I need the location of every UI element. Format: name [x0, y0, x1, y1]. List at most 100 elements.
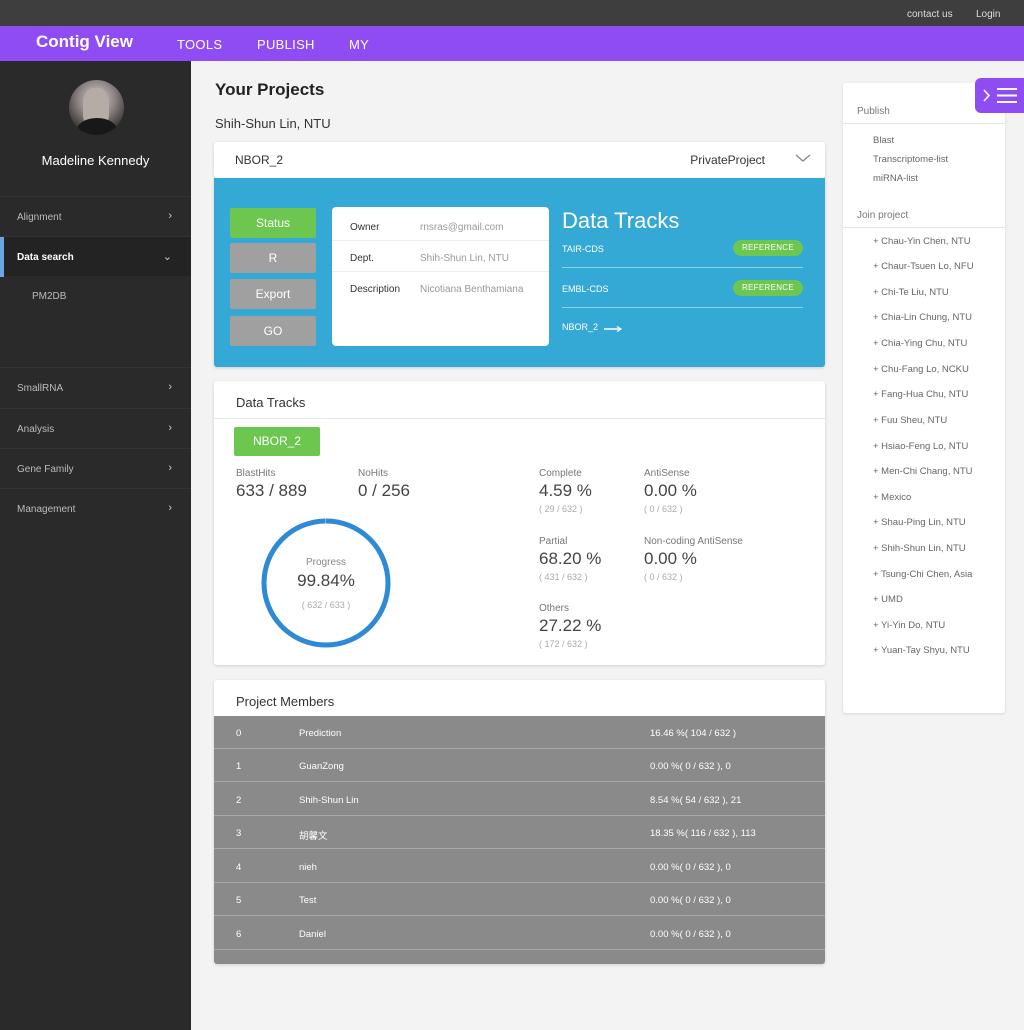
- arrow-right-icon[interactable]: [604, 326, 622, 332]
- join-item[interactable]: + Chi-Te Liu, NTU: [873, 287, 949, 298]
- project-info-box: Owner rnsras@gmail.com Dept. Shih-Shun L…: [332, 207, 549, 346]
- progress-label: Progress: [305, 557, 346, 568]
- info-row-dept: Dept. Shih-Shun Lin, NTU: [332, 241, 549, 272]
- card-title: Data Tracks: [236, 395, 306, 410]
- sidebar-item-alignment[interactable]: Alignment ›: [0, 196, 191, 236]
- contact-us-link[interactable]: contact us: [907, 9, 953, 20]
- table-row[interactable]: 0 Prediction 16.46 %( 104 / 632 ): [214, 716, 825, 749]
- info-key: Owner: [350, 222, 380, 233]
- right-panel: Publish Blast Transcriptome-list miRNA-l…: [843, 83, 1005, 713]
- row-index: 5: [236, 895, 242, 906]
- member-name: nieh: [299, 862, 317, 873]
- nav-tools[interactable]: TOOLS: [177, 37, 222, 52]
- chevron-down-icon: ⌄: [162, 251, 172, 263]
- avatar-body: [77, 118, 117, 135]
- table-row[interactable]: 5 Test 0.00 %( 0 / 632 ), 0: [214, 883, 825, 916]
- brand-logo[interactable]: Contig View: [36, 32, 133, 52]
- chevron-right-icon: ›: [168, 422, 172, 434]
- info-key: Dept.: [350, 253, 374, 264]
- nav-publish[interactable]: PUBLISH: [257, 37, 315, 52]
- card-title: Project Members: [236, 694, 335, 709]
- chevron-right-icon: ›: [168, 210, 172, 222]
- menu-toggle-button[interactable]: [975, 78, 1024, 113]
- join-item[interactable]: + Men-Chi Chang, NTU: [873, 466, 973, 477]
- r-button[interactable]: R: [230, 243, 316, 273]
- member-name: Prediction: [299, 728, 342, 739]
- table-row[interactable]: 6 Daniel 0.00 %( 0 / 632 ), 0: [214, 917, 825, 950]
- export-button[interactable]: Export: [230, 279, 316, 309]
- login-link[interactable]: Login: [976, 9, 1000, 20]
- data-tracks-card: Data Tracks NBOR_2 BlastHits 633 / 889 N…: [214, 381, 825, 665]
- join-item[interactable]: + Yi-Yin Do, NTU: [873, 620, 945, 631]
- antisense-stat: AntiSense 0.00 % ( 0 / 632 ): [644, 468, 697, 514]
- stat-value: 0.00 %: [644, 481, 697, 500]
- user-name: Madeline Kennedy: [41, 153, 150, 168]
- join-item[interactable]: + Chaur-Tsuen Lo, NFU: [873, 261, 974, 272]
- row-index: 0: [236, 728, 242, 739]
- join-item[interactable]: + Chau-Yin Chen, NTU: [873, 236, 971, 247]
- info-key: Description: [350, 284, 401, 295]
- member-name: GuanZong: [299, 761, 344, 772]
- info-row-owner: Owner rnsras@gmail.com: [332, 210, 549, 241]
- join-item[interactable]: + Mexico: [873, 492, 911, 503]
- join-project-header: Join project: [857, 210, 909, 221]
- join-item[interactable]: + UMD: [873, 594, 903, 605]
- divider: [843, 227, 1005, 228]
- nav-bar: Contig View TOOLS PUBLISH MY: [0, 26, 1024, 61]
- join-item[interactable]: + Fuu Sheu, NTU: [873, 415, 947, 426]
- project-header[interactable]: NBOR_2 PrivateProject: [214, 142, 825, 178]
- table-row[interactable]: 4 nieh 0.00 %( 0 / 632 ), 0: [214, 850, 825, 883]
- sidebar-item-label: Management: [17, 504, 76, 515]
- member-value: 0.00 %( 0 / 632 ), 0: [650, 862, 731, 873]
- row-index: 2: [236, 795, 242, 806]
- blasthits-stat: BlastHits 633 / 889: [236, 468, 307, 501]
- join-item[interactable]: + Hsiao-Feng Lo, NTU: [873, 441, 968, 452]
- nav-my[interactable]: MY: [349, 37, 369, 52]
- info-value: Nicotiana Benthamiana: [420, 284, 524, 295]
- stat-fraction: ( 172 / 632 ): [539, 639, 588, 649]
- row-index: 1: [236, 761, 242, 772]
- status-button[interactable]: Status: [230, 208, 316, 238]
- sidebar-item-smallrna[interactable]: SmallRNA ›: [0, 367, 191, 407]
- table-row[interactable]: 2 Shih-Shun Lin 8.54 %( 54 / 632 ), 21: [214, 783, 825, 816]
- join-item[interactable]: + Shau-Ping Lin, NTU: [873, 517, 966, 528]
- progress-value: 99.84%: [297, 571, 355, 590]
- stat-label: AntiSense: [644, 468, 690, 479]
- stat-value: 4.59 %: [539, 481, 592, 500]
- publish-item-mirna-list[interactable]: miRNA-list: [873, 173, 918, 184]
- nbor-track-button[interactable]: NBOR_2: [234, 427, 320, 456]
- stat-value: 68.20 %: [539, 549, 602, 568]
- reference-badge: REFERENCE: [733, 240, 803, 256]
- members-table: 0 Prediction 16.46 %( 104 / 632 ) 1 Guan…: [214, 716, 825, 964]
- track-row-tair[interactable]: TAIR-CDS REFERENCE: [562, 228, 803, 268]
- chevron-down-icon[interactable]: [795, 150, 811, 166]
- table-row[interactable]: 1 GuanZong 0.00 %( 0 / 632 ), 0: [214, 749, 825, 782]
- sidebar-item-label: Analysis: [17, 424, 55, 435]
- join-item[interactable]: + Chu-Fang Lo, NCKU: [873, 364, 969, 375]
- join-item[interactable]: + Yuan-Tay Shyu, NTU: [873, 645, 970, 656]
- go-button[interactable]: GO: [230, 316, 316, 346]
- join-item[interactable]: + Chia-Lin Chung, NTU: [873, 312, 972, 323]
- sidebar-item-gene-family[interactable]: Gene Family ›: [0, 448, 191, 488]
- sidebar-item-data-search[interactable]: Data search ⌄: [0, 236, 191, 277]
- stat-value: 27.22 %: [539, 616, 602, 635]
- join-item[interactable]: + Shih-Shun Lin, NTU: [873, 543, 966, 554]
- sidebar-item-label: Gene Family: [17, 464, 74, 475]
- join-item[interactable]: + Tsung-Chi Chen, Asia: [873, 569, 972, 580]
- sidebar-subitem-pm2db[interactable]: PM2DB: [32, 291, 66, 302]
- member-value: 18.35 %( 116 / 632 ), 113: [650, 828, 756, 839]
- sidebar-item-analysis[interactable]: Analysis ›: [0, 408, 191, 448]
- join-item[interactable]: + Fang-Hua Chu, NTU: [873, 389, 968, 400]
- join-item[interactable]: + Chia-Ying Chu, NTU: [873, 338, 967, 349]
- track-name: TAIR-CDS: [562, 244, 604, 254]
- track-link[interactable]: NBOR_2: [562, 322, 598, 332]
- track-row-embl[interactable]: EMBL-CDS REFERENCE: [562, 268, 803, 308]
- sidebar-item-management[interactable]: Management ›: [0, 488, 191, 528]
- table-row[interactable]: 3 胡馨文 18.35 %( 116 / 632 ), 113: [214, 816, 825, 849]
- divider: [843, 123, 1005, 124]
- chevron-right-icon: ›: [168, 502, 172, 514]
- publish-item-transcriptome-list[interactable]: Transcriptome-list: [873, 154, 948, 165]
- avatar[interactable]: [69, 80, 124, 135]
- publish-item-blast[interactable]: Blast: [873, 135, 894, 146]
- member-name: 胡馨文: [299, 831, 328, 842]
